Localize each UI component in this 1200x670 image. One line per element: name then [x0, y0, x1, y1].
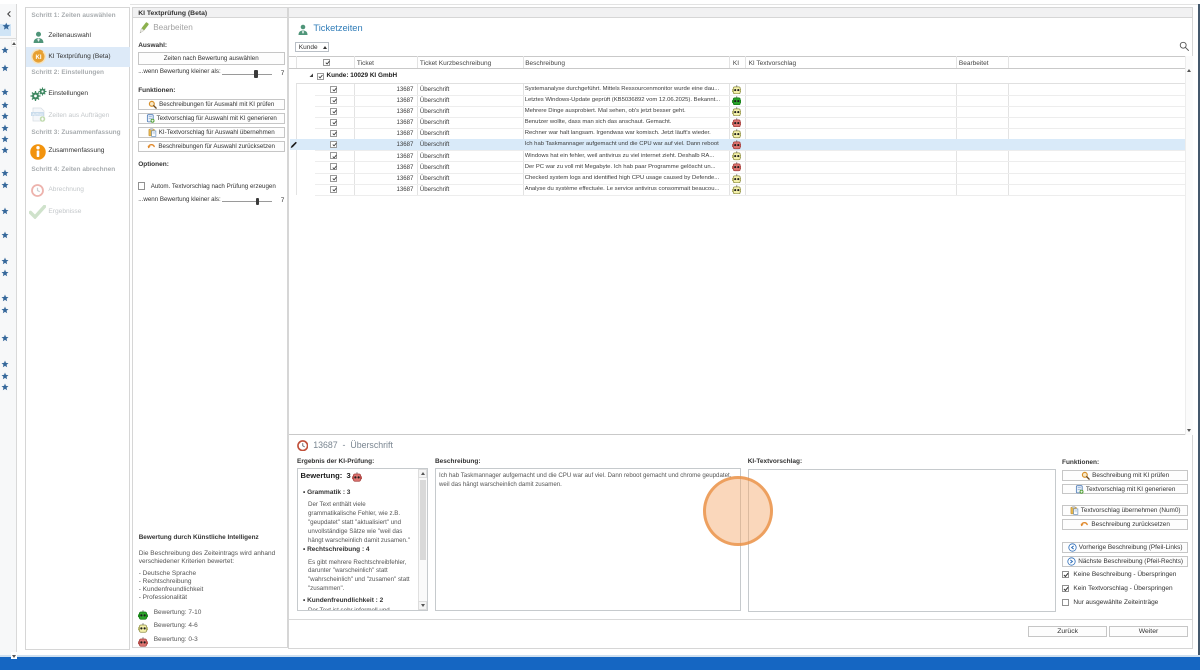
svg-text:Auftrag: Auftrag	[32, 112, 43, 116]
svg-text:KI: KI	[35, 55, 41, 61]
